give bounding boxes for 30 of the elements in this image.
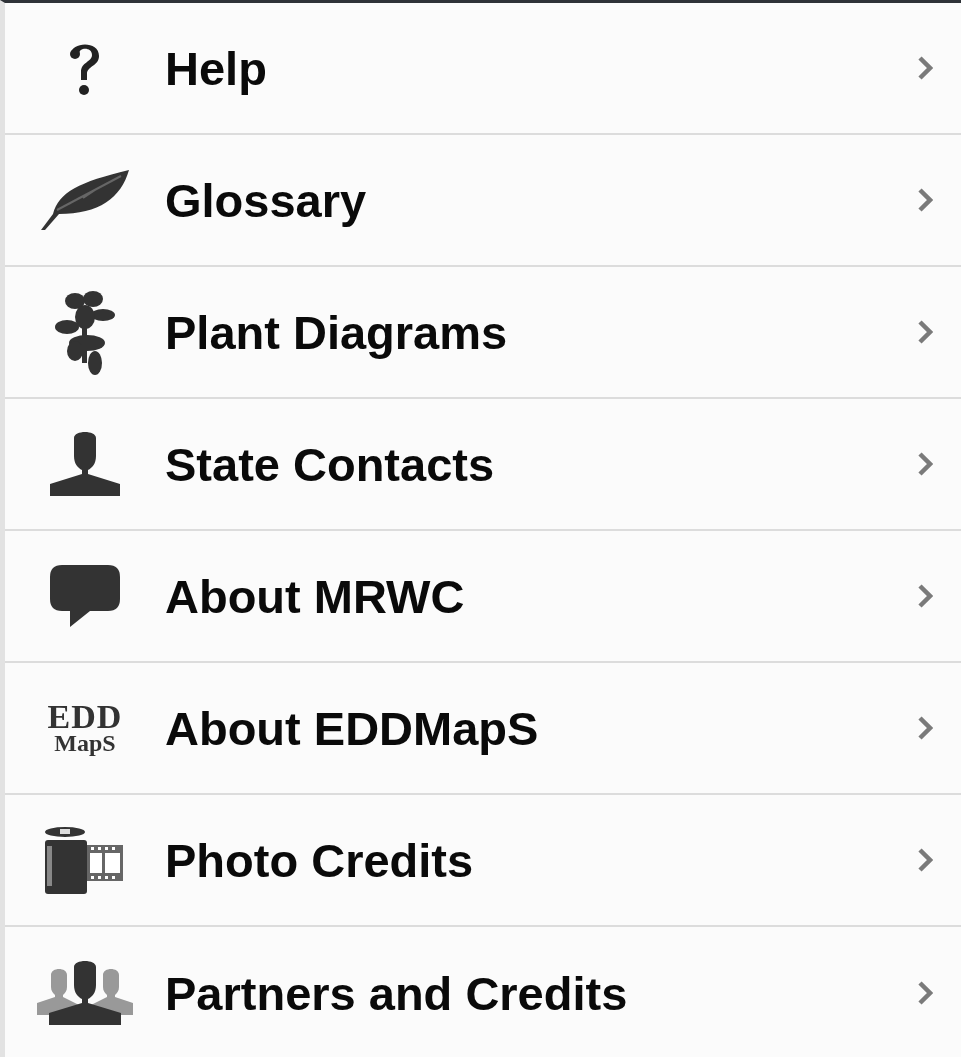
chevron-icon [917, 55, 933, 81]
menu-label: About EDDMapS [165, 700, 540, 756]
film-roll-icon [45, 826, 125, 894]
menu-label: Help [165, 40, 268, 96]
menu-item[interactable]: State Contacts [5, 399, 961, 531]
chevron-icon [917, 319, 933, 345]
chevron-icon [917, 187, 933, 213]
chevron-icon [917, 715, 933, 741]
chevron-icon [917, 451, 933, 477]
menu-label: Photo Credits [165, 832, 475, 888]
speech-bubble-icon [48, 563, 122, 629]
menu-item[interactable]: EDD MapS About EDDMapS [5, 663, 961, 795]
person-icon [48, 432, 122, 496]
leaf-icon [39, 168, 131, 232]
menu-item[interactable]: About MRWC [5, 531, 961, 663]
menu-label: State Contacts [165, 436, 496, 492]
menu-item[interactable]: Plant Diagrams [5, 267, 961, 399]
menu-item[interactable]: Glossary [5, 135, 961, 267]
menu-label: About MRWC [165, 568, 466, 624]
menu-item[interactable]: Help [5, 3, 961, 135]
chevron-icon [917, 847, 933, 873]
chevron-icon [917, 980, 933, 1006]
menu-item[interactable]: Partners and Credits [5, 927, 961, 1057]
logo-icon: EDD MapS [47, 701, 123, 755]
menu-label: Plant Diagrams [165, 304, 509, 360]
menu-item[interactable]: Photo Credits [5, 795, 961, 927]
menu-label: Partners and Credits [165, 965, 629, 1021]
chevron-icon [917, 583, 933, 609]
menu-label: Glossary [165, 172, 368, 228]
people-group-icon [37, 961, 133, 1025]
